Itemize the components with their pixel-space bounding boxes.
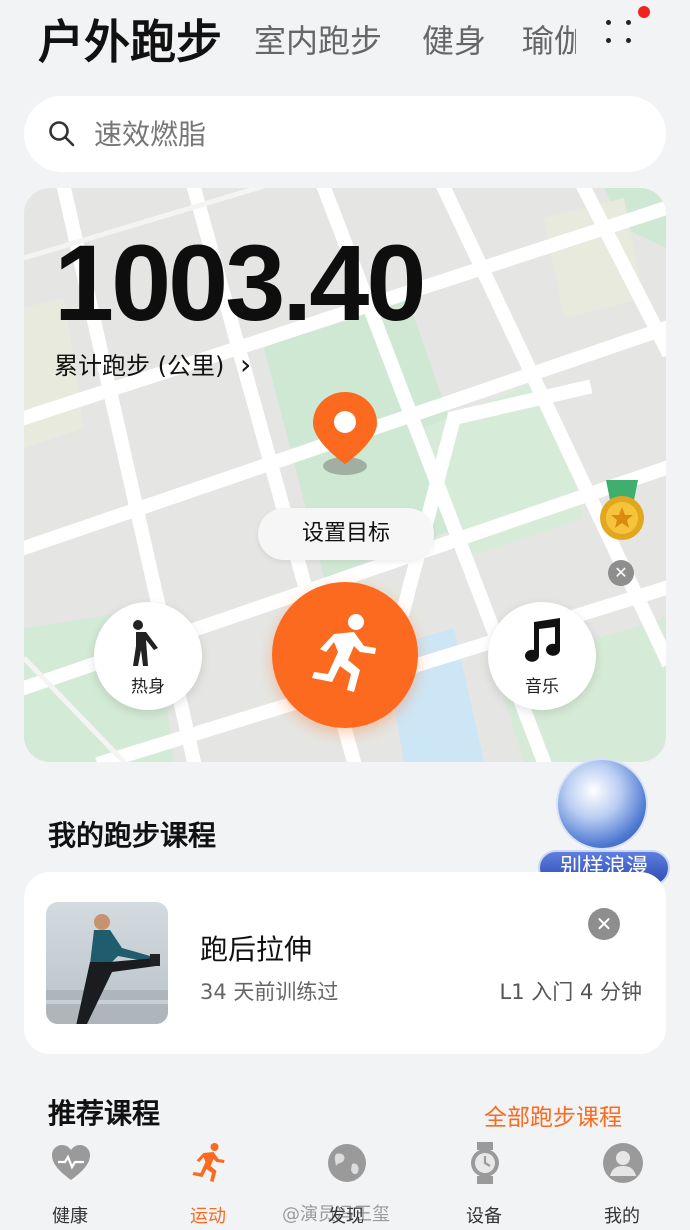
course-level-duration: L1 入门 4 分钟 <box>499 980 642 1004</box>
tab-outdoor-running[interactable]: 户外跑步 <box>38 6 222 72</box>
tab-yoga[interactable]: 瑜伽 <box>522 16 576 62</box>
badge-orb-icon <box>556 758 648 850</box>
tab-fitness[interactable]: 健身 <box>422 16 486 62</box>
warmup-stretch-icon <box>133 620 158 666</box>
nav-devices-label: 设备 <box>466 1206 502 1227</box>
running-map-card: 1003.40 累计跑步 (公里) › 设置目标 ✕ 热身 音乐 <box>24 188 666 762</box>
my-courses-title: 我的跑步课程 <box>48 819 217 852</box>
tab-indoor-running[interactable]: 室内跑步 <box>254 16 382 62</box>
chevron-right-icon: › <box>240 348 252 381</box>
course-last-trained: 34 天前训练过 <box>200 980 339 1004</box>
profile-icon <box>603 1143 643 1183</box>
nav-me-label: 我的 <box>604 1206 640 1227</box>
remove-course-button[interactable]: ✕ <box>588 908 620 940</box>
nav-sport-label: 运动 <box>190 1206 226 1227</box>
search-bar[interactable] <box>24 96 666 172</box>
course-name: 跑后拉伸 <box>200 933 313 966</box>
distance-label: 累计跑步 (公里) <box>54 352 225 380</box>
watermark-text: @演员冯王玺 <box>282 1204 390 1225</box>
warmup-button[interactable]: 热身 <box>94 602 202 710</box>
sport-type-tabs: 户外跑步 室内跑步 健身 瑜伽 <box>0 0 690 70</box>
music-label: 音乐 <box>525 677 559 697</box>
nav-health[interactable]: 健康 <box>20 1140 120 1228</box>
search-input[interactable] <box>94 110 634 158</box>
search-icon <box>49 121 75 147</box>
course-card[interactable]: 跑后拉伸 34 天前训练过 L1 入门 4 分钟 ✕ <box>24 872 666 1054</box>
nav-health-label: 健康 <box>52 1206 88 1227</box>
total-distance-value: 1003.40 <box>54 222 426 343</box>
heart-icon <box>52 1145 90 1180</box>
running-icon <box>312 614 376 692</box>
music-note-icon <box>525 618 560 662</box>
recommended-title: 推荐课程 <box>48 1097 161 1130</box>
total-distance-link[interactable]: 累计跑步 (公里) › <box>54 346 251 381</box>
warmup-label: 热身 <box>131 677 165 697</box>
nav-sport[interactable]: 运动 <box>158 1140 258 1228</box>
set-goal-button[interactable]: 设置目标 <box>258 508 434 560</box>
stretching-person-icon <box>46 914 168 1024</box>
notification-dot <box>638 6 650 18</box>
dismiss-medal-button[interactable]: ✕ <box>608 560 634 586</box>
promo-badge[interactable]: 别样浪漫 <box>536 758 672 890</box>
running-icon <box>192 1143 225 1182</box>
course-thumbnail <box>46 902 168 1024</box>
location-pin-icon <box>313 392 377 475</box>
music-button[interactable]: 音乐 <box>488 602 596 710</box>
medal-icon[interactable] <box>594 478 650 548</box>
more-menu-icon[interactable] <box>600 6 650 48</box>
start-run-button[interactable] <box>272 582 418 728</box>
globe-icon <box>328 1144 366 1182</box>
nav-devices[interactable]: 设备 <box>434 1140 534 1228</box>
all-running-courses-link[interactable]: 全部跑步课程 <box>484 1098 622 1132</box>
watch-icon <box>471 1142 499 1184</box>
nav-me[interactable]: 我的 <box>572 1140 672 1228</box>
